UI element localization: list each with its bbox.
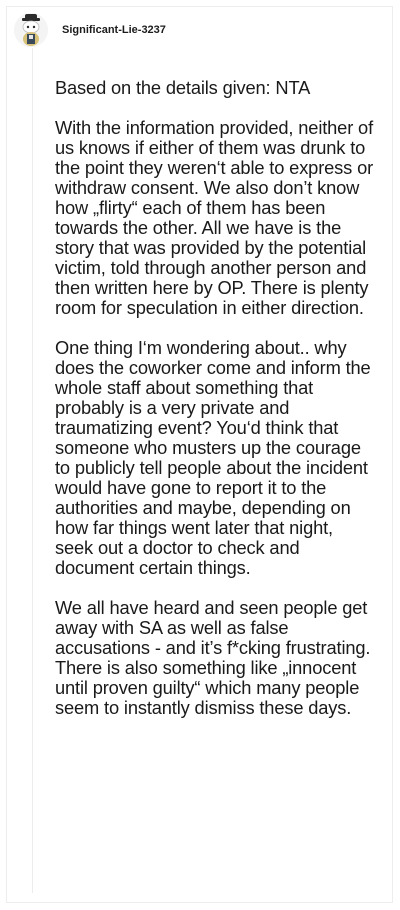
thread-line[interactable] — [32, 48, 33, 893]
comment-paragraph: With the information provided, neither o… — [55, 117, 374, 318]
comment-body: Based on the details given: NTA With the… — [55, 78, 375, 718]
comment-paragraph: One thing I‘m wondering about.. why does… — [55, 337, 371, 578]
comment-header: Significant-Lie-3237 — [14, 10, 166, 50]
comment-paragraph: We all have heard and seen people get aw… — [55, 597, 371, 718]
comment-username[interactable]: Significant-Lie-3237 — [62, 24, 166, 36]
comment-paragraph: Based on the details given: NTA — [55, 77, 311, 98]
snoo-avatar-icon[interactable] — [14, 13, 48, 47]
